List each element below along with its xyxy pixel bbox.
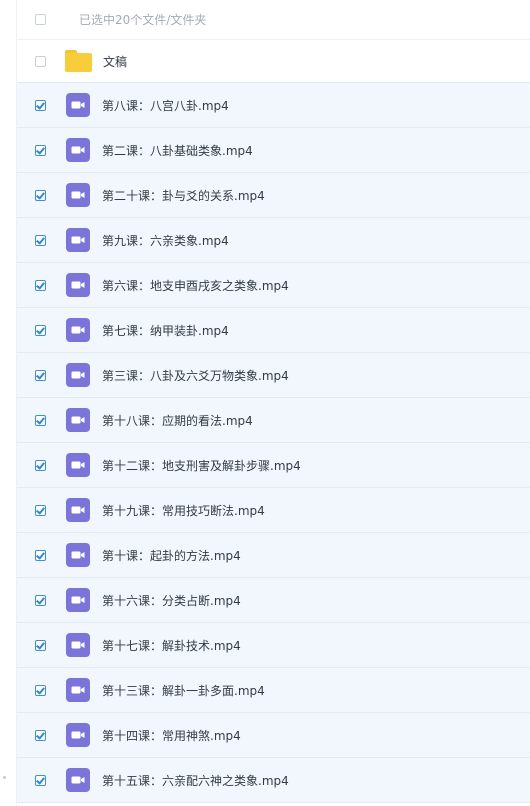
- file-checkbox[interactable]: [35, 459, 46, 471]
- selection-summary: 已选中20个文件/文件夹: [79, 13, 207, 27]
- file-row[interactable]: 第九课：六亲类象.mp4: [17, 218, 530, 263]
- camera-glyph-icon: [71, 191, 85, 199]
- video-file-icon: [66, 678, 90, 702]
- camera-glyph-icon: [71, 326, 85, 334]
- file-checkbox[interactable]: [35, 144, 46, 156]
- file-checkbox[interactable]: [35, 189, 46, 201]
- video-file-icon: [66, 273, 90, 297]
- file-checkbox[interactable]: [35, 324, 46, 336]
- file-row[interactable]: 第十四课：常用神煞.mp4: [17, 713, 530, 758]
- video-file-icon: [66, 453, 90, 477]
- file-row[interactable]: 第十五课：六亲配六神之类象.mp4: [17, 758, 530, 803]
- list-header: 已选中20个文件/文件夹: [17, 0, 530, 40]
- file-row[interactable]: 第十八课：应期的看法.mp4: [17, 398, 530, 443]
- video-file-icon: [66, 318, 90, 342]
- file-checkbox[interactable]: [35, 504, 46, 516]
- file-name[interactable]: 第二课：八卦基础类象.mp4: [102, 142, 253, 159]
- camera-glyph-icon: [71, 641, 85, 649]
- select-all-checkbox[interactable]: [35, 14, 46, 25]
- video-file-icon: [66, 768, 90, 792]
- file-checkbox[interactable]: [35, 594, 46, 606]
- video-file-icon: [66, 93, 90, 117]
- file-name[interactable]: 第七课：纳甲装卦.mp4: [102, 322, 229, 339]
- file-row[interactable]: 第三课：八卦及六爻万物类象.mp4: [17, 353, 530, 398]
- file-checkbox[interactable]: [35, 729, 46, 741]
- camera-glyph-icon: [71, 506, 85, 514]
- file-name[interactable]: 第十课：起卦的方法.mp4: [102, 547, 241, 564]
- file-checkbox[interactable]: [35, 684, 46, 696]
- folder-icon: [65, 50, 92, 72]
- file-name[interactable]: 第十四课：常用神煞.mp4: [102, 727, 241, 744]
- file-checkbox[interactable]: [35, 99, 46, 111]
- video-file-icon: [66, 363, 90, 387]
- camera-glyph-icon: [71, 101, 85, 109]
- panel-dot: [3, 776, 6, 779]
- file-checkbox[interactable]: [35, 414, 46, 426]
- video-file-icon: [66, 138, 90, 162]
- file-name[interactable]: 第十八课：应期的看法.mp4: [102, 412, 253, 429]
- file-row[interactable]: 第十二课：地支刑害及解卦步骤.mp4: [17, 443, 530, 488]
- file-name[interactable]: 第八课：八宫八卦.mp4: [102, 97, 229, 114]
- video-file-icon: [66, 543, 90, 567]
- file-row[interactable]: 第六课：地支申酉戌亥之类象.mp4: [17, 263, 530, 308]
- camera-glyph-icon: [71, 281, 85, 289]
- folder-row[interactable]: 文稿: [17, 40, 530, 83]
- camera-glyph-icon: [71, 236, 85, 244]
- file-name[interactable]: 第三课：八卦及六爻万物类象.mp4: [102, 367, 289, 384]
- file-name[interactable]: 第十三课：解卦一卦多面.mp4: [102, 682, 265, 699]
- file-checkbox[interactable]: [35, 639, 46, 651]
- file-name[interactable]: 第十七课：解卦技术.mp4: [102, 637, 241, 654]
- file-row[interactable]: 第二十课：卦与爻的关系.mp4: [17, 173, 530, 218]
- video-file-icon: [66, 408, 90, 432]
- file-row[interactable]: 第十六课：分类占断.mp4: [17, 578, 530, 623]
- camera-glyph-icon: [71, 461, 85, 469]
- camera-glyph-icon: [71, 776, 85, 784]
- camera-glyph-icon: [71, 686, 85, 694]
- file-name[interactable]: 第十二课：地支刑害及解卦步骤.mp4: [102, 457, 301, 474]
- file-checkbox[interactable]: [35, 774, 46, 786]
- file-name[interactable]: 第二十课：卦与爻的关系.mp4: [102, 187, 265, 204]
- file-row[interactable]: 第十九课：常用技巧断法.mp4: [17, 488, 530, 533]
- left-panel-edge: [0, 0, 17, 806]
- file-row[interactable]: 第十三课：解卦一卦多面.mp4: [17, 668, 530, 713]
- video-file-icon: [66, 723, 90, 747]
- file-checkbox[interactable]: [35, 549, 46, 561]
- file-name[interactable]: 第十九课：常用技巧断法.mp4: [102, 502, 265, 519]
- file-row[interactable]: 第七课：纳甲装卦.mp4: [17, 308, 530, 353]
- video-file-icon: [66, 498, 90, 522]
- video-file-icon: [66, 228, 90, 252]
- file-list: 已选中20个文件/文件夹 文稿 第八课：八宫八卦.mp4 第二课：八卦基础类象.m…: [17, 0, 530, 803]
- file-name[interactable]: 第十六课：分类占断.mp4: [102, 592, 241, 609]
- file-rows: 第八课：八宫八卦.mp4 第二课：八卦基础类象.mp4 第二十课：卦与爻的关系.mp…: [17, 83, 530, 803]
- camera-glyph-icon: [71, 416, 85, 424]
- file-row[interactable]: 第二课：八卦基础类象.mp4: [17, 128, 530, 173]
- file-checkbox[interactable]: [35, 369, 46, 381]
- folder-name[interactable]: 文稿: [103, 53, 127, 70]
- file-name[interactable]: 第六课：地支申酉戌亥之类象.mp4: [102, 277, 289, 294]
- file-checkbox[interactable]: [35, 234, 46, 246]
- video-file-icon: [66, 588, 90, 612]
- file-name[interactable]: 第九课：六亲类象.mp4: [102, 232, 229, 249]
- file-row[interactable]: 第十七课：解卦技术.mp4: [17, 623, 530, 668]
- camera-glyph-icon: [71, 371, 85, 379]
- file-name[interactable]: 第十五课：六亲配六神之类象.mp4: [102, 772, 289, 789]
- file-row[interactable]: 第八课：八宫八卦.mp4: [17, 83, 530, 128]
- camera-glyph-icon: [71, 596, 85, 604]
- video-file-icon: [66, 633, 90, 657]
- video-file-icon: [66, 183, 90, 207]
- camera-glyph-icon: [71, 551, 85, 559]
- file-checkbox[interactable]: [35, 279, 46, 291]
- file-row[interactable]: 第十课：起卦的方法.mp4: [17, 533, 530, 578]
- folder-checkbox[interactable]: [35, 55, 46, 67]
- camera-glyph-icon: [71, 146, 85, 154]
- camera-glyph-icon: [71, 731, 85, 739]
- file-browser: 已选中20个文件/文件夹 文稿 第八课：八宫八卦.mp4 第二课：八卦基础类象.m…: [0, 0, 530, 806]
